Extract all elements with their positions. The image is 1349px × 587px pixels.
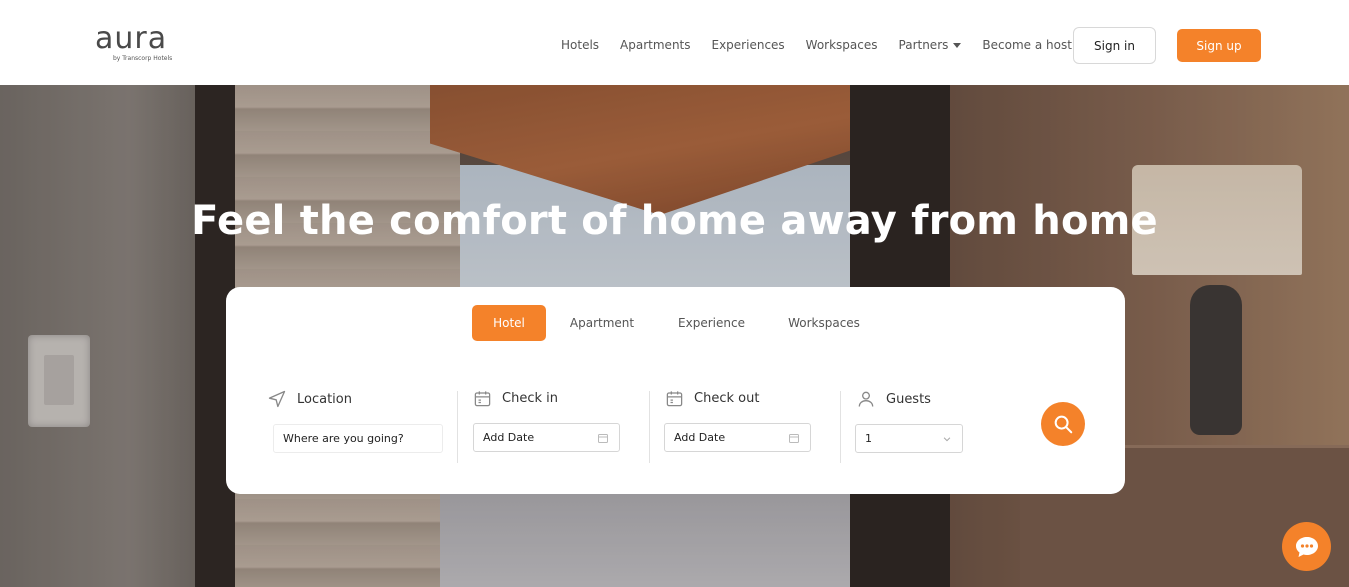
chat-button[interactable] [1282, 522, 1331, 571]
field-divider [649, 391, 650, 463]
checkin-label: Check in [502, 391, 558, 406]
calendar-small-icon [598, 434, 608, 443]
calendar-icon [474, 391, 491, 407]
nav-link-apartments[interactable]: Apartments [620, 38, 690, 52]
checkout-field: Check out [665, 389, 759, 408]
search-button[interactable] [1041, 402, 1085, 446]
guests-label-row: Guests [856, 389, 931, 409]
logo-wordmark: aura [95, 21, 168, 56]
caret-down-icon [953, 42, 962, 48]
checkout-value: Add Date [674, 431, 726, 444]
search-tabs: Hotel Apartment Experience Workspaces [472, 305, 883, 341]
user-icon [858, 391, 874, 407]
tab-hotel[interactable]: Hotel [472, 305, 546, 341]
guests-value: 1 [865, 432, 872, 445]
checkin-value: Add Date [483, 431, 535, 444]
nav-link-become-host[interactable]: Become a host [982, 38, 1072, 52]
logo-subtext: by Transcorp Hotels [113, 55, 173, 62]
tab-experience[interactable]: Experience [658, 305, 765, 341]
guests-select[interactable]: 1 [855, 424, 963, 453]
guests-label: Guests [886, 391, 931, 407]
checkin-field: Check in [473, 389, 558, 408]
tab-apartment[interactable]: Apartment [546, 305, 658, 341]
checkin-label-row: Check in [473, 389, 558, 408]
calendar-small-icon [789, 434, 799, 443]
checkout-input[interactable]: Add Date [664, 423, 811, 452]
chat-bubble-icon [1295, 536, 1318, 557]
nav-link-partners-label: Partners [898, 38, 949, 52]
location-label-row: Location [267, 389, 352, 409]
nav-link-partners[interactable]: Partners [899, 38, 962, 52]
sign-up-button[interactable]: Sign up [1177, 29, 1261, 62]
guests-field: Guests [856, 389, 931, 409]
sign-in-button[interactable]: Sign in [1073, 27, 1156, 64]
chevron-down-icon [943, 437, 951, 442]
tab-workspaces[interactable]: Workspaces [765, 305, 883, 341]
main-nav: Hotels Apartments Experiences Workspaces… [561, 38, 1093, 52]
brand-logo[interactable]: aura by Transcorp Hotels [95, 24, 185, 64]
nav-link-experiences[interactable]: Experiences [712, 38, 785, 52]
checkout-label: Check out [694, 391, 760, 406]
navigation-arrow-icon [268, 390, 286, 408]
field-divider [457, 391, 458, 463]
site-header: aura by Transcorp Hotels Hotels Apartmen… [0, 0, 1349, 85]
checkout-label-row: Check out [665, 389, 759, 408]
hero-section: Feel the comfort of home away from home … [0, 85, 1349, 587]
search-card: Hotel Apartment Experience Workspaces Lo… [226, 287, 1125, 494]
nav-link-hotels[interactable]: Hotels [561, 38, 599, 52]
location-field: Location [267, 389, 352, 409]
hero-title: Feel the comfort of home away from home [191, 198, 1158, 244]
search-icon [1054, 415, 1073, 434]
checkin-input[interactable]: Add Date [473, 423, 620, 452]
nav-link-workspaces[interactable]: Workspaces [806, 38, 878, 52]
field-divider [840, 391, 841, 463]
calendar-icon [666, 391, 683, 407]
location-label: Location [297, 391, 352, 407]
location-input[interactable]: Where are you going? [273, 424, 443, 453]
